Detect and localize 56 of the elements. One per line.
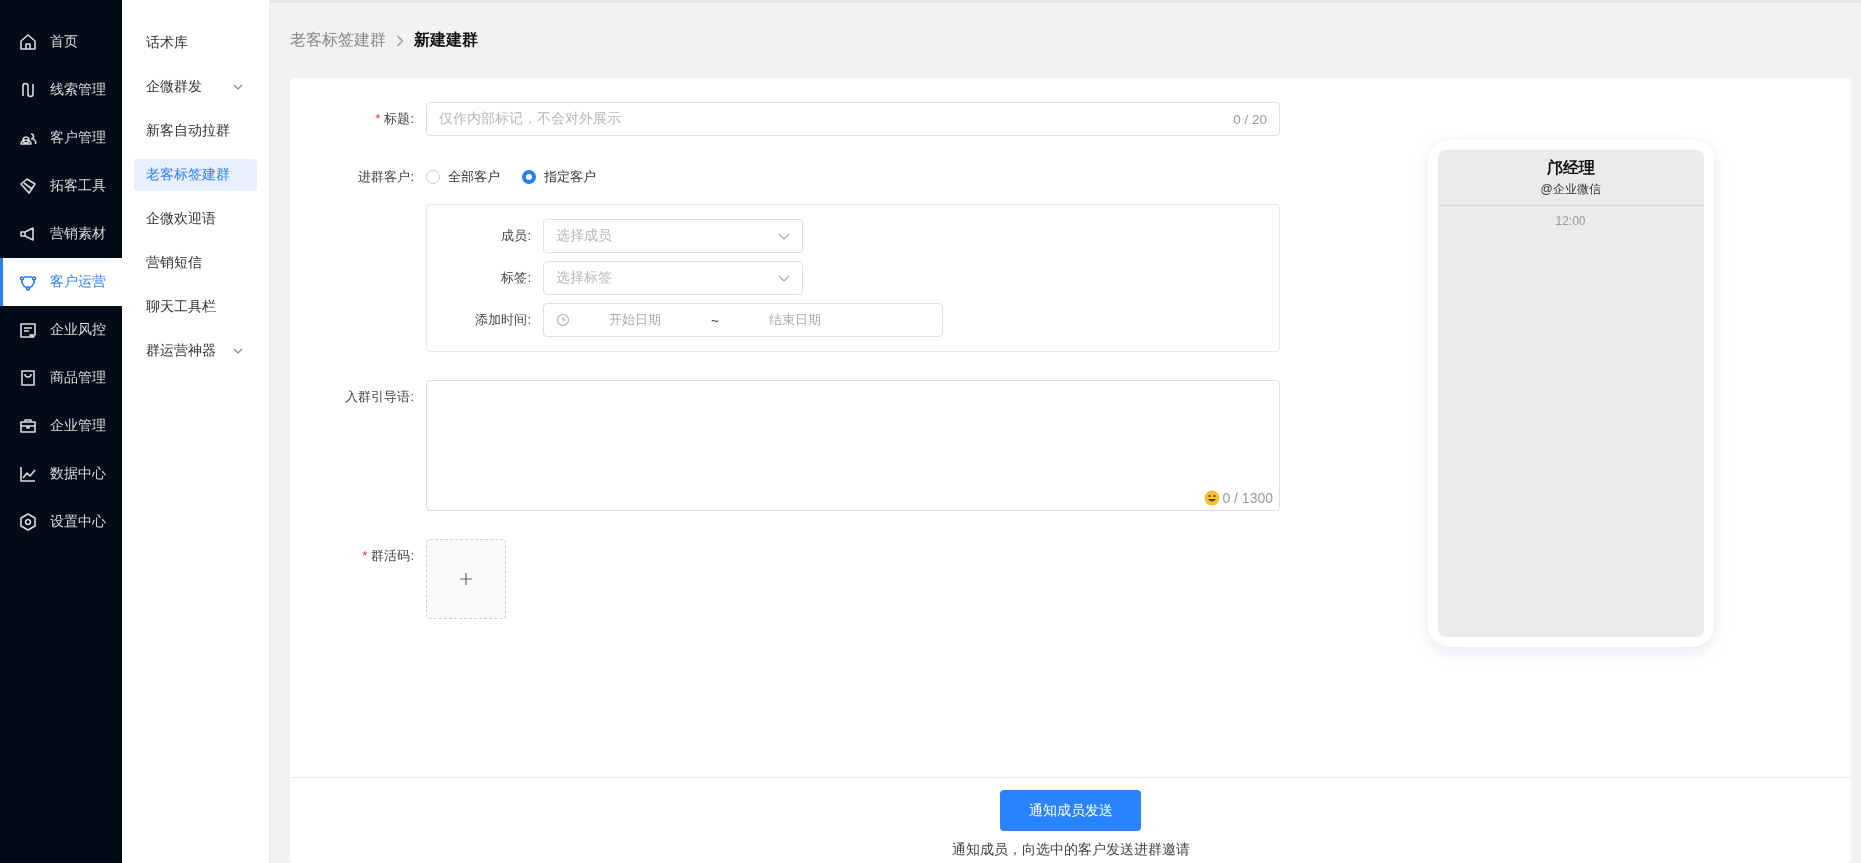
hint-text: 通知成员，向选中的客户发送进群邀请 (951, 841, 1190, 859)
field-label: 添加时间: (474, 311, 532, 329)
date-range-picker[interactable]: 开始日期 ~ 结束日期 (543, 303, 943, 337)
message-time: 12:00 (1554, 214, 1587, 228)
menu-item-icon (18, 320, 38, 340)
clock-icon (556, 313, 570, 327)
chevron-right-icon (396, 34, 404, 47)
menu-item-icon (18, 416, 38, 436)
submenu-item[interactable]: 新客自动拉群 (134, 115, 257, 147)
submenu-item[interactable]: 营销短信 (134, 247, 257, 279)
field-label: 标题: (384, 111, 414, 126)
sidebar-item[interactable]: 企业风控 (0, 306, 122, 354)
sidebar-item[interactable]: 营销素材 (0, 210, 122, 258)
radio-option[interactable]: 指定客户 (522, 168, 596, 186)
menu-item-icon (18, 512, 38, 532)
field-label: 群活码: (371, 548, 414, 563)
contact-subtitle: @企业微信 (1540, 180, 1601, 198)
sidebar-item[interactable]: 设置中心 (0, 498, 122, 546)
submenu-item[interactable]: 企微欢迎语 (134, 203, 257, 235)
submenu-item[interactable]: 群运营神器 (134, 335, 257, 367)
contact-name: 邝经理 (1546, 157, 1595, 178)
sidebar-item[interactable]: 企业管理 (0, 402, 122, 450)
end-date-placeholder: 结束日期 (768, 311, 822, 329)
menu-item-icon (18, 32, 38, 52)
submenu-item[interactable]: 老客标签建群 (134, 159, 257, 191)
smiley-icon[interactable] (1204, 490, 1221, 506)
submenu-item[interactable]: 聊天工具栏 (134, 291, 257, 323)
plus-icon (459, 572, 473, 586)
sidebar-item[interactable]: 线索管理 (0, 66, 122, 114)
radio-button[interactable] (522, 170, 536, 184)
range-separator: ~ (710, 312, 720, 328)
menu-item-icon (18, 176, 38, 196)
sidebar-item[interactable]: 拓客工具 (0, 162, 122, 210)
sidebar-item[interactable]: 商品管理 (0, 354, 122, 402)
required-mark: * (375, 111, 381, 126)
submenu-item[interactable]: 企微群发 (134, 71, 257, 103)
character-counter: 0 / 20 (1233, 111, 1267, 127)
start-date-placeholder: 开始日期 (608, 311, 662, 329)
sidebar-item[interactable]: 客户管理 (0, 114, 122, 162)
menu-item-icon (18, 464, 38, 484)
sidebar-item[interactable]: 数据中心 (0, 450, 122, 498)
required-mark: * (362, 548, 368, 563)
submenu-item[interactable]: 话术库 (134, 27, 257, 59)
field-label: 成员: (500, 227, 532, 245)
field-label: 标签: (500, 269, 532, 287)
radio-option[interactable]: 全部客户 (426, 168, 500, 186)
field-label: 进群客户: (358, 169, 414, 184)
field-label: 入群引导语: (345, 389, 414, 404)
chevron-down-icon (778, 232, 790, 240)
sidebar-item[interactable]: 首页 (0, 18, 122, 66)
chevron-down-icon (778, 274, 790, 282)
sidebar-item[interactable]: 客户运营 (0, 258, 122, 306)
character-counter: 0 / 1300 (1222, 490, 1273, 506)
breadcrumb-current: 新建建群 (414, 30, 478, 50)
send-button[interactable]: 通知成员发送 (1000, 790, 1141, 831)
menu-item-icon (18, 368, 38, 388)
